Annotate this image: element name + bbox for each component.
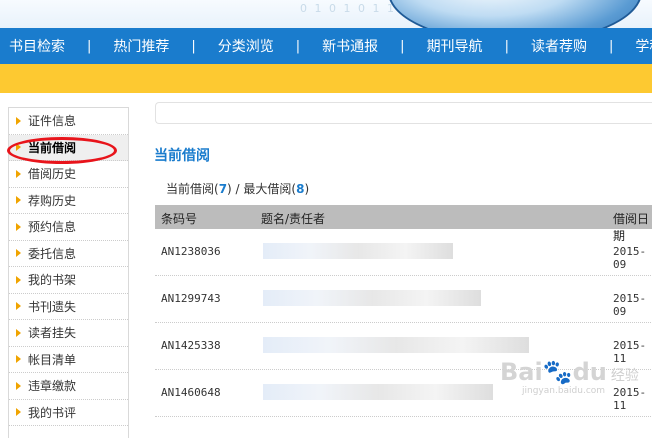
sidebar-item-report-lost-card[interactable]: 读者挂失 (9, 320, 128, 347)
nav-separator: | (608, 38, 614, 54)
sidebar-item-card-info[interactable]: 证件信息 (9, 108, 128, 135)
nav-separator: | (191, 38, 196, 54)
sidebar-item-label: 读者挂失 (28, 326, 77, 341)
loan-summary: 当前借阅(7) / 最大借阅(8) (166, 180, 309, 197)
sidebar-item-fines[interactable]: 违章缴款 (9, 373, 128, 400)
barcode-cell: AN1460648 (161, 386, 221, 399)
date-cell: 2015-09 (613, 292, 647, 318)
top-nav: 书目检索 | 热门推荐 | 分类浏览 | 新书通报 | 期刊导航 | 读者荐购 … (0, 28, 652, 64)
column-header-title: 题名/责任者 (261, 212, 326, 226)
watermark-brand: Bai (500, 358, 543, 386)
sidebar-item-label: 预约信息 (28, 220, 77, 235)
current-loan-count: 7 (218, 182, 228, 196)
arrow-right-icon (16, 328, 21, 337)
sidebar-item-my-shelf[interactable]: 我的书架 (9, 267, 128, 294)
column-header-barcode: 条码号 (161, 212, 198, 226)
summary-close: ) (304, 182, 310, 196)
sidebar-item-recommend-history[interactable]: 荐购历史 (9, 188, 128, 214)
sidebar-item-label: 我的书架 (28, 273, 77, 288)
table-row: AN1299743 2015-09 (155, 276, 652, 323)
redacted-title (263, 290, 481, 306)
page-title: 当前借阅 (154, 148, 210, 164)
nav-item-category-browse[interactable]: 分类浏览 (218, 36, 274, 56)
nav-item-new-books[interactable]: 新书通报 (322, 36, 378, 56)
sidebar-item-lost-items[interactable]: 书刊遗失 (9, 294, 128, 320)
content-top-box (155, 102, 652, 124)
arrow-right-icon (16, 249, 21, 258)
nav-item-subject[interactable]: 学科参 (635, 36, 652, 56)
arrow-right-icon (16, 196, 21, 205)
barcode-cell: AN1425338 (161, 339, 221, 352)
sidebar-item-my-reviews[interactable]: 我的书评 (9, 400, 128, 426)
sidebar-item-label: 证件信息 (28, 114, 77, 129)
watermark: Bai🐾du 经验 jingyan.baidu.com (500, 358, 650, 418)
header-banner: 0 1 0 1 0 1 1 (0, 0, 652, 28)
sidebar-item-reservations[interactable]: 预约信息 (9, 214, 128, 241)
table-header: 条码号 题名/责任者 借阅日期 (155, 205, 652, 243)
sidebar-item-label: 委托信息 (28, 246, 77, 261)
sidebar-item-label: 帐目清单 (28, 352, 77, 367)
watermark-brand-suffix: du (572, 358, 607, 386)
yellow-strip (0, 64, 652, 93)
banner-digits: 0 1 0 1 0 1 1 (300, 2, 396, 15)
paw-icon: 🐾 (542, 358, 573, 386)
nav-separator: | (87, 38, 92, 54)
nav-item-journal-nav[interactable]: 期刊导航 (427, 36, 483, 56)
barcode-cell: AN1238036 (161, 245, 221, 258)
arrow-right-icon (16, 222, 21, 231)
arrow-right-icon (16, 169, 21, 178)
globe-graphic (388, 0, 642, 28)
arrow-right-icon (16, 116, 21, 125)
arrow-right-icon (16, 302, 21, 311)
sidebar-item-label: 荐购历史 (28, 193, 77, 208)
summary-current-label: 当前借阅( (166, 182, 219, 196)
sidebar-item-delegations[interactable]: 委托信息 (9, 241, 128, 267)
arrow-right-icon (16, 408, 21, 417)
sidebar-item-label: 违章缴款 (28, 379, 77, 394)
redacted-title (263, 337, 529, 353)
table-row: AN1238036 2015-09 (155, 229, 652, 276)
arrow-right-icon (16, 381, 21, 390)
sidebar-item-loan-history[interactable]: 借阅历史 (9, 161, 128, 188)
sidebar-item-label: 借阅历史 (28, 167, 77, 182)
date-cell: 2015-09 (613, 245, 647, 271)
nav-item-catalog-search[interactable]: 书目检索 (0, 36, 65, 56)
watermark-cn: 经验 (610, 368, 639, 384)
arrow-right-icon (16, 355, 21, 364)
summary-separator: ) / 最大借阅( (227, 182, 297, 196)
barcode-cell: AN1299743 (161, 292, 221, 305)
nav-item-reader-recommend[interactable]: 读者荐购 (531, 36, 587, 56)
nav-separator: | (400, 38, 405, 54)
highlight-ring (7, 137, 117, 164)
redacted-title (263, 384, 493, 400)
watermark-url: jingyan.baidu.com (522, 386, 606, 396)
sidebar-item-account-list[interactable]: 帐目清单 (9, 347, 128, 373)
redacted-title (263, 243, 453, 259)
arrow-right-icon (16, 275, 21, 284)
sidebar-item-label: 我的书评 (28, 405, 77, 420)
nav-separator: | (504, 38, 509, 54)
sidebar-item-label: 书刊遗失 (28, 299, 77, 314)
nav-item-popular[interactable]: 热门推荐 (113, 36, 169, 56)
nav-separator: | (295, 38, 301, 54)
